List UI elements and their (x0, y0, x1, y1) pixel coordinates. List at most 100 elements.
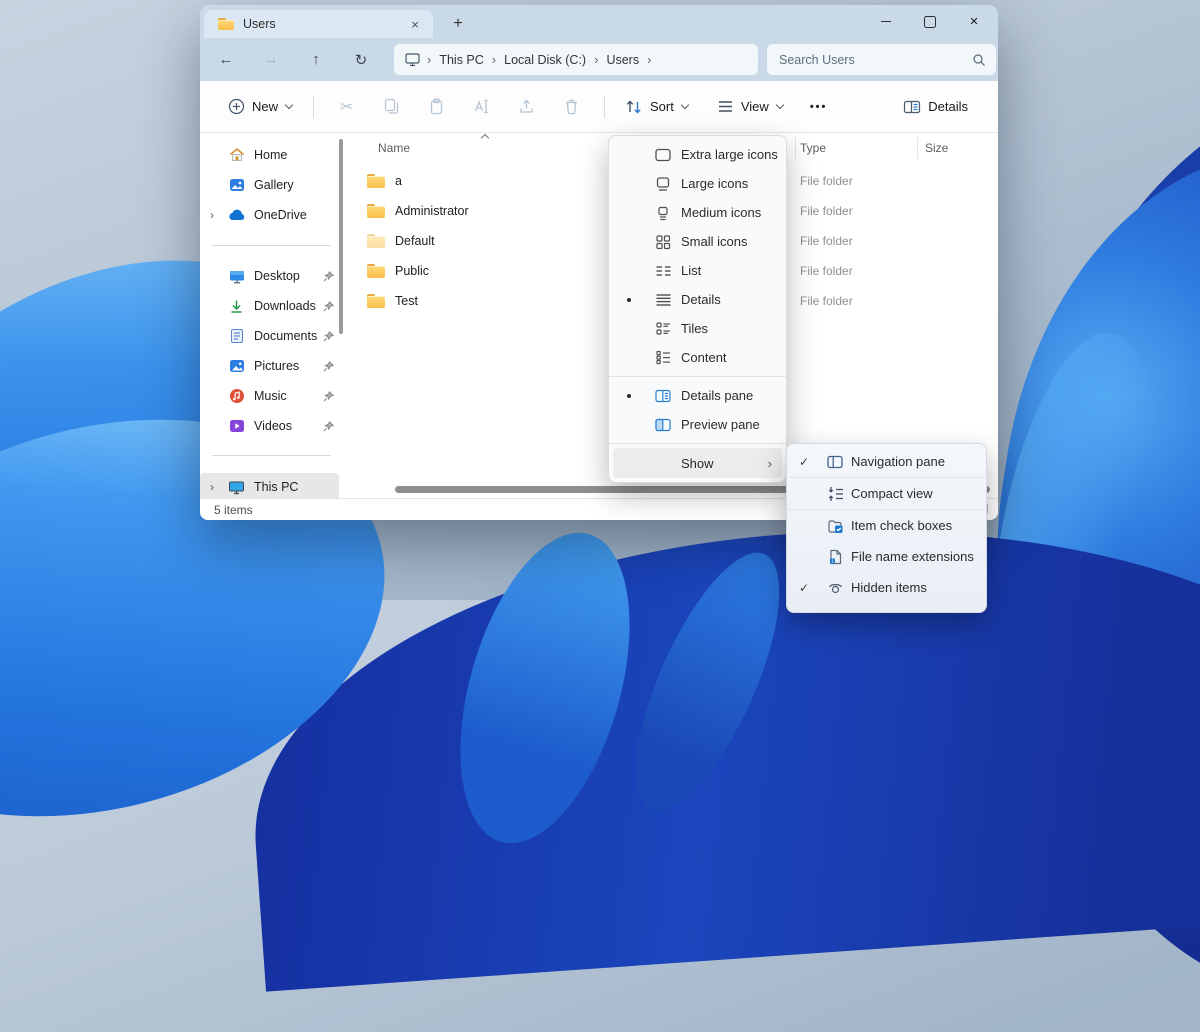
share-button[interactable] (504, 90, 549, 124)
tab-strip: Users × + × (200, 5, 998, 38)
sidebar-item-this-pc[interactable]: › This PC (200, 473, 339, 501)
submenu-arrow-icon: › (768, 456, 772, 471)
details-pane-toggle-button[interactable]: Details (893, 92, 978, 122)
column-header-type[interactable]: Type (800, 141, 826, 155)
pin-icon[interactable] (322, 391, 335, 402)
show-submenu-item-compact-view[interactable]: Compact view (787, 478, 986, 509)
pin-icon[interactable] (322, 331, 335, 342)
search-input[interactable] (777, 52, 972, 68)
show-submenu-item-label: Hidden items (851, 580, 927, 595)
new-button[interactable]: New (218, 91, 303, 122)
maximize-icon (924, 16, 936, 28)
refresh-button[interactable]: ↻ (343, 44, 379, 76)
home-icon (228, 147, 245, 164)
breadcrumb-users[interactable]: Users (606, 53, 639, 67)
view-menu-item-content[interactable]: Content (613, 343, 782, 372)
view-menu-item-extra-large-icons[interactable]: Extra large icons (613, 140, 782, 169)
column-separator[interactable] (917, 137, 918, 159)
show-submenu-item-hidden-items[interactable]: ✓ Hidden items (787, 572, 986, 603)
pin-icon[interactable] (322, 301, 335, 312)
details-pane-icon (653, 388, 673, 404)
column-header-size[interactable]: Size (925, 141, 948, 155)
view-menu-item-tiles[interactable]: Tiles (613, 314, 782, 343)
view-menu-item-list[interactable]: List (613, 256, 782, 285)
breadcrumb-chevron[interactable]: › (594, 52, 598, 67)
address-bar[interactable]: › This PC › Local Disk (C:) › Users › (394, 44, 758, 75)
new-tab-button[interactable]: + (446, 12, 470, 36)
show-submenu-item-label: Navigation pane (851, 454, 945, 469)
show-submenu-item-label: File name extensions (851, 549, 974, 564)
view-button[interactable]: View (707, 92, 794, 121)
sidebar-item-home[interactable]: Home (200, 141, 339, 169)
view-menu-item-medium-icons[interactable]: Medium icons (613, 198, 782, 227)
content-view-icon (653, 350, 673, 365)
close-button[interactable]: × (952, 5, 996, 38)
file-type: File folder (800, 174, 853, 188)
tab-close-icon[interactable]: × (407, 17, 423, 32)
view-menu-item-large-icons[interactable]: Large icons (613, 169, 782, 198)
sidebar-item-pictures[interactable]: Pictures (200, 352, 339, 380)
file-type: File folder (800, 204, 853, 218)
expand-chevron-icon[interactable]: › (210, 208, 228, 222)
tab-users[interactable]: Users × (204, 10, 433, 38)
chevron-down-icon (681, 101, 689, 109)
column-header-name[interactable]: Name (378, 141, 410, 155)
selected-bullet (627, 298, 631, 302)
selected-bullet (627, 394, 631, 398)
sidebar-divider (212, 245, 331, 246)
breadcrumb-local-disk[interactable]: Local Disk (C:) (504, 53, 586, 67)
maximize-button[interactable] (908, 5, 952, 38)
view-menu-item-label: Tiles (681, 321, 708, 336)
sort-button[interactable]: Sort (615, 92, 699, 122)
sidebar-item-videos[interactable]: Videos (200, 412, 339, 440)
minimize-button[interactable] (864, 5, 908, 38)
breadcrumb-chevron[interactable]: › (647, 52, 651, 67)
show-submenu-item-navigation-pane[interactable]: ✓ Navigation pane (787, 446, 986, 477)
rename-button[interactable] (459, 90, 504, 124)
breadcrumb-this-pc[interactable]: This PC (439, 53, 483, 67)
show-submenu-item-file-name-extensions[interactable]: 1 File name extensions (787, 541, 986, 572)
this-pc-icon (228, 479, 245, 496)
delete-button[interactable] (549, 90, 594, 124)
sidebar-scrollbar[interactable] (339, 139, 343, 334)
pin-icon[interactable] (322, 271, 335, 282)
breadcrumb-chevron[interactable]: › (427, 52, 431, 67)
sidebar-item-documents[interactable]: Documents (200, 322, 339, 350)
sidebar-item-gallery[interactable]: Gallery (200, 171, 339, 199)
view-menu-item-label: Show (681, 456, 714, 471)
view-menu-item-label: Details pane (681, 388, 753, 403)
column-separator[interactable] (795, 137, 796, 159)
folder-icon (218, 18, 234, 30)
copy-button[interactable] (369, 90, 414, 124)
more-options-button[interactable]: ••• (810, 101, 828, 113)
view-menu-item-show[interactable]: Show › (613, 448, 782, 478)
paste-button[interactable] (414, 90, 459, 124)
breadcrumb-chevron[interactable]: › (492, 52, 496, 67)
share-icon (518, 98, 535, 115)
sidebar-item-onedrive[interactable]: › OneDrive (200, 201, 339, 229)
sidebar-item-label: Music (254, 389, 322, 403)
file-type: File folder (800, 294, 853, 308)
sidebar-item-label: Pictures (254, 359, 322, 373)
view-menu-item-details-pane[interactable]: Details pane (613, 381, 782, 410)
sidebar-item-desktop[interactable]: Desktop (200, 262, 339, 290)
menu-separator (609, 443, 786, 444)
command-toolbar: New ✂ (200, 81, 998, 133)
show-submenu-item-label: Item check boxes (851, 518, 952, 533)
expand-chevron-icon[interactable]: › (210, 480, 228, 494)
view-menu-item-preview-pane[interactable]: Preview pane (613, 410, 782, 439)
view-menu-item-small-icons[interactable]: Small icons (613, 227, 782, 256)
up-button[interactable]: ↑ (298, 44, 334, 76)
pin-icon[interactable] (322, 361, 335, 372)
view-menu-item-label: Preview pane (681, 417, 760, 432)
pin-icon[interactable] (322, 421, 335, 432)
view-menu-item-label: Small icons (681, 234, 747, 249)
show-submenu-item-item-check-boxes[interactable]: Item check boxes (787, 510, 986, 541)
back-button[interactable]: ← (208, 44, 244, 76)
sidebar-item-label: OneDrive (254, 208, 322, 222)
sidebar-item-music[interactable]: Music (200, 382, 339, 410)
view-menu-item-details[interactable]: Details (613, 285, 782, 314)
cut-button[interactable]: ✂ (324, 90, 369, 124)
sidebar-item-downloads[interactable]: Downloads (200, 292, 339, 320)
forward-button[interactable]: → (253, 44, 289, 76)
